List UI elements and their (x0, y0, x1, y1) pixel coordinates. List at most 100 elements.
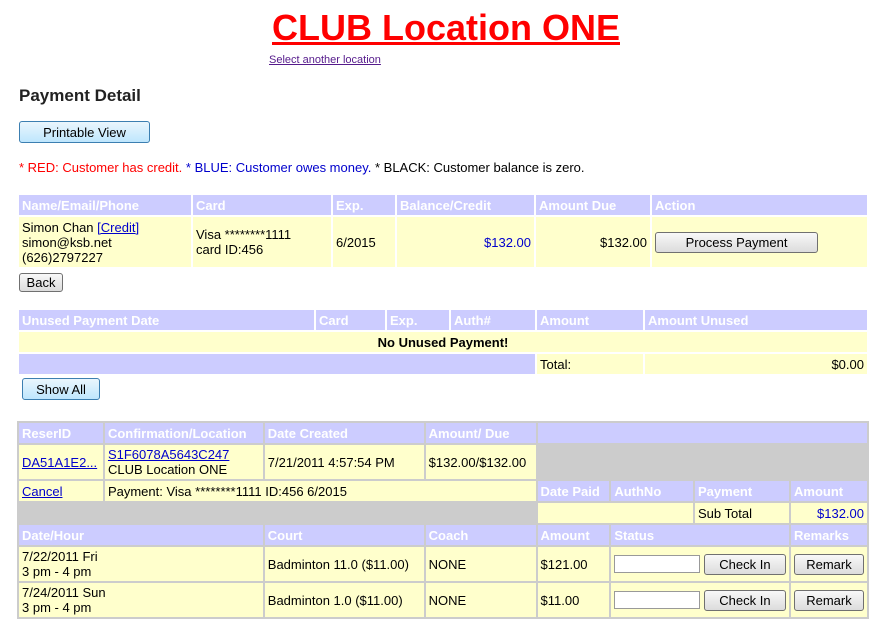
title-container: CLUB Location ONE (0, 8, 892, 48)
col-payment-amount: Amount (791, 481, 867, 501)
unused-payment-table: Unused Payment Date Card Exp. Auth# Amou… (17, 308, 869, 376)
unused-total-value: $0.00 (645, 354, 867, 374)
customer-exp: 6/2015 (333, 217, 395, 267)
page-heading: CLUB Location ONE (272, 7, 620, 48)
detail-date: 7/22/2011 Fri 3 pm - 4 pm (19, 547, 263, 581)
legend-black: * BLACK: Customer balance is zero. (374, 160, 585, 175)
remark-button[interactable]: Remark (794, 589, 864, 611)
detail-status: Check In (611, 547, 789, 581)
amount-due-cell: $132.00/$132.00 (425, 445, 536, 479)
detail-header: Date/Hour Court Coach Amount Status Rema… (19, 525, 867, 545)
col-name: Name/Email/Phone (19, 195, 191, 215)
process-payment-button[interactable]: Process Payment (655, 231, 818, 253)
unused-empty-row: No Unused Payment! (19, 332, 867, 352)
col-amount-due: Amount/ Due (425, 423, 536, 443)
reser-id-cell: DA51A1E2... (19, 445, 103, 479)
detail-row: 7/24/2011 Sun 3 pm - 4 pm Badminton 1.0 … (19, 583, 867, 617)
col-reser-id: ReserID (19, 423, 103, 443)
select-location-link[interactable]: Select another location (269, 54, 381, 66)
customer-card: Visa ********1111 card ID:456 (193, 217, 331, 267)
detail-date: 7/24/2011 Sun 3 pm - 4 pm (19, 583, 263, 617)
col-date-created: Date Created (264, 423, 424, 443)
col-auth-no: AuthNo (611, 481, 693, 501)
col-action: Action (652, 195, 867, 215)
detail-coach: NONE (425, 547, 536, 581)
subtotal-empty (537, 503, 693, 523)
check-in-button[interactable]: Check In (703, 553, 786, 575)
check-in-button[interactable]: Check In (703, 589, 786, 611)
remark-button[interactable]: Remark (794, 553, 864, 575)
col-date-paid: Date Paid (537, 481, 610, 501)
customer-table: Name/Email/Phone Card Exp. Balance/Credi… (17, 193, 869, 269)
customer-balance: $132.00 (397, 217, 534, 267)
confirmation-cell: S1F6078A5643C247 CLUB Location ONE (104, 445, 263, 479)
date-created-cell: 7/21/2011 4:57:54 PM (264, 445, 424, 479)
col-card: Card (193, 195, 331, 215)
no-unused-message: No Unused Payment! (19, 332, 867, 352)
customer-name: Simon Chan (22, 219, 94, 235)
detail-date-hour: 3 pm - 4 pm (22, 564, 92, 579)
col-unused-card: Card (316, 310, 385, 330)
detail-remark-cell: Remark (791, 547, 867, 581)
col-balance: Balance/Credit (397, 195, 534, 215)
balance-legend: * RED: Customer has credit. * BLUE: Cust… (19, 160, 585, 175)
reservation-row-filler (537, 445, 867, 479)
col-remarks: Remarks (791, 525, 867, 545)
detail-status: Check In (611, 583, 789, 617)
confirmation-link[interactable]: S1F6078A5643C247 (108, 447, 229, 462)
customer-amount-due: $132.00 (536, 217, 650, 267)
payment-info: Payment: Visa ********1111 ID:456 6/2015 (104, 481, 536, 501)
show-all-button[interactable]: Show All (22, 378, 100, 400)
col-unused-date: Unused Payment Date (19, 310, 314, 330)
subtotal-spacer (19, 503, 536, 523)
confirmation-location: CLUB Location ONE (107, 462, 228, 477)
page-title: Payment Detail (19, 86, 141, 105)
cancel-cell: Cancel (19, 481, 103, 501)
subtotal-label: Sub Total (695, 503, 789, 523)
subtotal-value: $132.00 (791, 503, 867, 523)
status-input[interactable] (614, 591, 701, 609)
customer-table-header: Name/Email/Phone Card Exp. Balance/Credi… (19, 195, 867, 215)
detail-amount: $121.00 (537, 547, 610, 581)
cancel-link[interactable]: Cancel (22, 484, 62, 499)
col-court: Court (264, 525, 424, 545)
reservation-table: ReserID Confirmation/Location Date Creat… (17, 421, 869, 619)
reservation-row: DA51A1E2... S1F6078A5643C247 CLUB Locati… (19, 445, 867, 479)
col-status: Status (611, 525, 789, 545)
subtotal-row: Sub Total $132.00 (19, 503, 867, 523)
col-unused-exp: Exp. (387, 310, 449, 330)
customer-phone: (626)2797227 (22, 249, 103, 265)
detail-amount: $11.00 (537, 583, 610, 617)
reservation-header-filler (537, 423, 867, 443)
col-date-hour: Date/Hour (19, 525, 263, 545)
customer-email: simon@ksb.net (22, 234, 112, 250)
card-id: card ID:456 (196, 242, 264, 257)
credit-link[interactable]: [Credit] (97, 220, 139, 235)
detail-date-day: 7/24/2011 Sun (22, 585, 106, 600)
card-number: Visa ********1111 (196, 227, 292, 242)
unused-table-header: Unused Payment Date Card Exp. Auth# Amou… (19, 310, 867, 330)
reser-id-link[interactable]: DA51A1E2... (22, 455, 97, 470)
detail-date-hour: 3 pm - 4 pm (22, 600, 92, 615)
status-input[interactable] (614, 555, 701, 573)
col-unused-auth: Auth# (451, 310, 535, 330)
customer-contact: Simon Chan [Credit] simon@ksb.net (626)2… (19, 217, 191, 267)
unused-total-label: Total: (537, 354, 643, 374)
detail-remark-cell: Remark (791, 583, 867, 617)
reservation-header: ReserID Confirmation/Location Date Creat… (19, 423, 867, 443)
col-exp: Exp. (333, 195, 395, 215)
payment-row: Cancel Payment: Visa ********1111 ID:456… (19, 481, 867, 501)
detail-court: Badminton 1.0 ($11.00) (264, 583, 424, 617)
col-unused-remaining: Amount Unused (645, 310, 867, 330)
unused-total-spacer (19, 354, 535, 374)
detail-coach: NONE (425, 583, 536, 617)
legend-blue: * BLUE: Customer owes money. (185, 160, 372, 175)
printable-view-button[interactable]: Printable View (19, 121, 150, 143)
col-payment: Payment (695, 481, 789, 501)
unused-total-row: Total: $0.00 (19, 354, 867, 374)
col-unused-amount: Amount (537, 310, 643, 330)
customer-action: Process Payment (652, 217, 867, 267)
back-button[interactable]: Back (19, 273, 63, 292)
col-coach: Coach (425, 525, 536, 545)
detail-date-day: 7/22/2011 Fri (22, 549, 98, 564)
